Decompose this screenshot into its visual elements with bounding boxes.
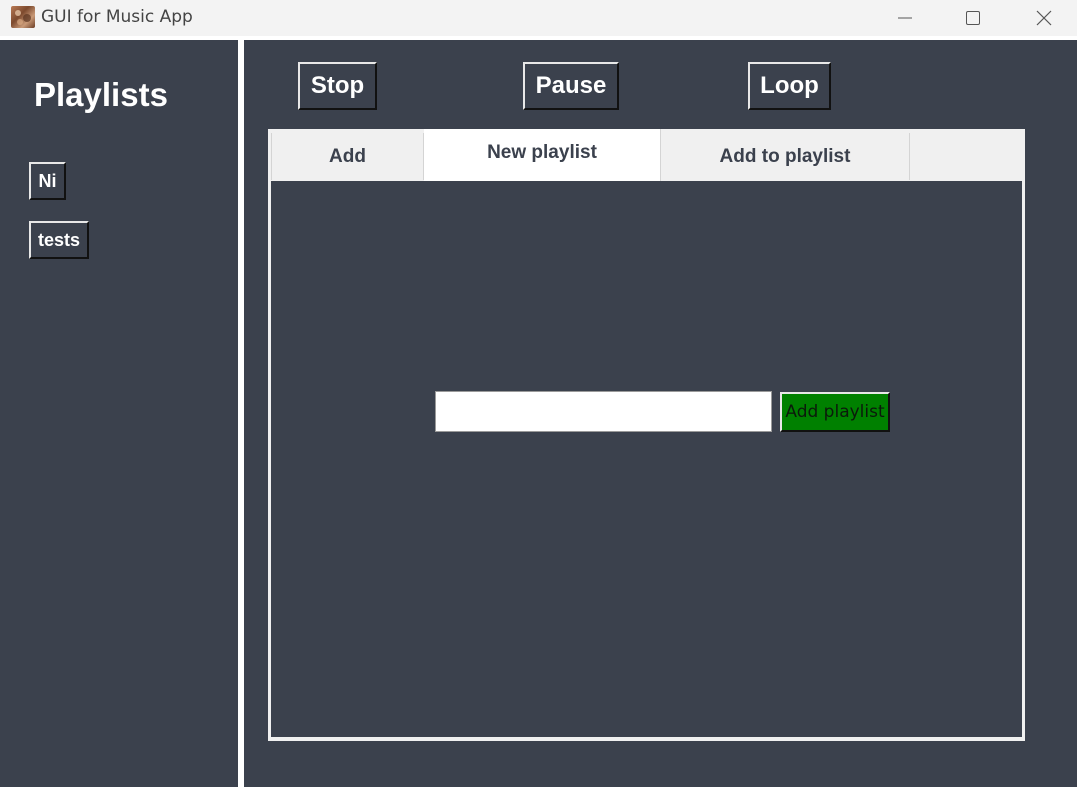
loop-button[interactable]: Loop <box>748 62 831 110</box>
stop-button[interactable]: Stop <box>298 62 377 110</box>
sidebar <box>0 40 238 787</box>
pause-button[interactable]: Pause <box>523 62 619 110</box>
app-icon <box>11 6 35 28</box>
maximize-icon <box>966 11 980 25</box>
minimize-icon <box>898 17 912 19</box>
close-button[interactable] <box>1015 0 1073 36</box>
maximize-button[interactable] <box>944 0 1002 36</box>
close-icon <box>1036 10 1052 26</box>
tab-new-playlist[interactable]: New playlist <box>424 129 661 181</box>
minimize-button[interactable] <box>876 0 934 36</box>
add-playlist-button[interactable]: Add playlist <box>780 392 890 432</box>
title-bar: GUI for Music App <box>0 0 1077 36</box>
window-title: GUI for Music App <box>41 7 193 27</box>
sidebar-title: Playlists <box>34 76 168 113</box>
playlist-button-tests[interactable]: tests <box>29 221 89 259</box>
tab-notebook: Add New playlist Add to playlist <box>268 129 1025 741</box>
tab-add[interactable]: Add <box>271 133 424 180</box>
tab-add-to-playlist[interactable]: Add to playlist <box>661 133 910 180</box>
tab-panel <box>271 181 1022 737</box>
playlist-name-input[interactable] <box>435 391 772 432</box>
playlist-button-ni[interactable]: Ni <box>29 162 66 200</box>
